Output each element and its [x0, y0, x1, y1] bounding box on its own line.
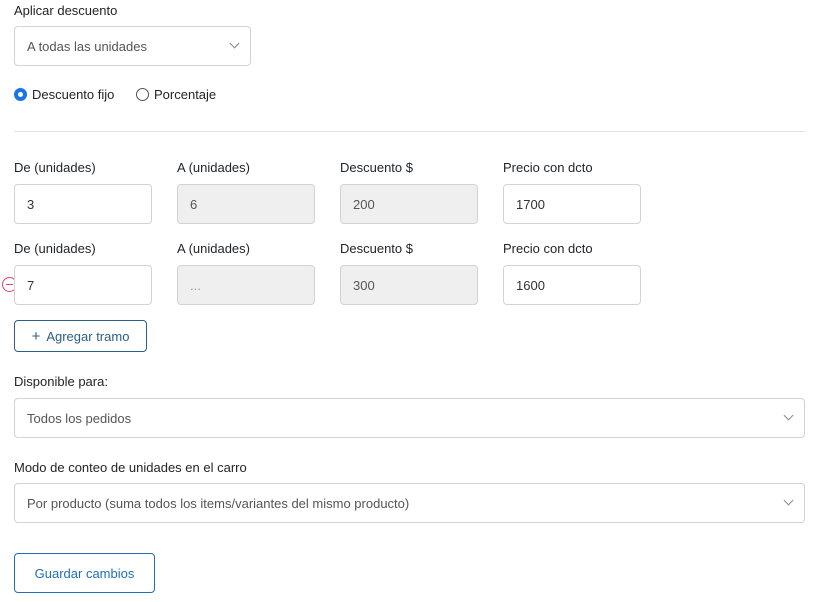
save-button[interactable]: Guardar cambios [14, 553, 155, 593]
tier2-from-header: De (unidades) [14, 241, 96, 256]
radio-checked-icon[interactable] [14, 88, 27, 101]
tier2-discount-input: 300 [340, 265, 478, 305]
chevron-down-icon [229, 38, 240, 49]
count-mode-label: Modo de conteo de unidades en el carro [14, 460, 247, 475]
tier2-from-input[interactable]: 7 [14, 265, 152, 305]
tier2-to-input: ... [177, 265, 315, 305]
available-for-label: Disponible para: [14, 374, 108, 389]
count-mode-select[interactable]: Por producto (suma todos los items/varia… [14, 483, 805, 523]
tier1-discount-input: 200 [340, 184, 478, 224]
tier2-price-input[interactable]: 1600 [503, 265, 641, 305]
radio-fixed-label: Descuento fijo [32, 87, 115, 102]
divider [14, 131, 805, 132]
tier1-price-input[interactable]: 1700 [503, 184, 641, 224]
plus-icon: + [31, 327, 41, 345]
tier1-discount-header: Descuento $ [340, 160, 413, 175]
available-for-select[interactable]: Todos los pedidos [14, 398, 805, 438]
tier2-to-header: A (unidades) [177, 241, 250, 256]
add-tier-button[interactable]: + Agregar tramo [14, 320, 147, 352]
tier1-from-header: De (unidades) [14, 160, 96, 175]
tier2-discount-header: Descuento $ [340, 241, 413, 256]
tier2-price-header: Precio con dcto [503, 241, 593, 256]
chevron-down-icon [783, 495, 794, 506]
chevron-down-icon [783, 410, 794, 421]
tier1-to-input: 6 [177, 184, 315, 224]
radio-fixed-discount[interactable]: Descuento fijo [14, 87, 114, 102]
save-button-label: Guardar cambios [34, 565, 135, 581]
available-for-value: Todos los pedidos [27, 410, 132, 426]
apply-discount-label: Aplicar descuento [14, 3, 118, 18]
radio-unchecked-icon[interactable] [136, 88, 149, 101]
radio-percentage-label: Porcentaje [154, 87, 217, 102]
apply-discount-value: A todas las unidades [27, 38, 147, 54]
radio-percentage[interactable]: Porcentaje [136, 87, 216, 102]
tier1-to-header: A (unidades) [177, 160, 250, 175]
count-mode-value: Por producto (suma todos los items/varia… [27, 495, 410, 511]
tier1-price-header: Precio con dcto [503, 160, 593, 175]
add-tier-label: Agregar tramo [46, 328, 130, 344]
apply-discount-select[interactable]: A todas las unidades [14, 26, 251, 66]
tier1-from-input[interactable]: 3 [14, 184, 152, 224]
